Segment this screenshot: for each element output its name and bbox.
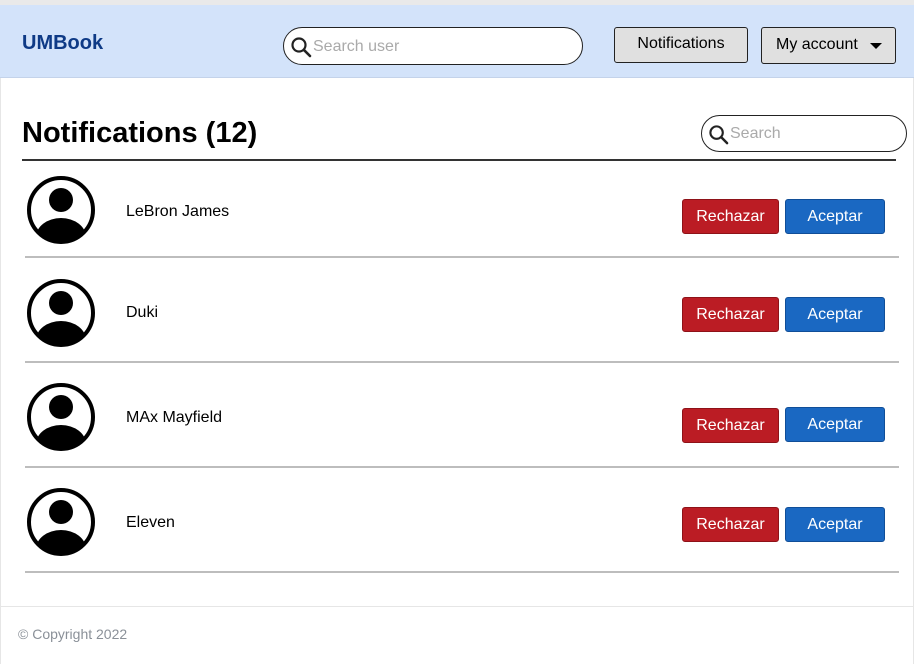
accept-button[interactable]: Aceptar bbox=[785, 507, 885, 542]
notification-user-name: MAx Mayfield bbox=[126, 409, 223, 426]
notification-row: Eleven Rechazar Aceptar bbox=[0, 476, 914, 581]
user-avatar-icon bbox=[27, 176, 95, 244]
reject-button[interactable]: Rechazar bbox=[682, 297, 779, 332]
footer-copyright: © Copyright 2022 bbox=[18, 626, 128, 642]
accept-button[interactable]: Aceptar bbox=[785, 199, 885, 234]
search-icon bbox=[291, 37, 312, 58]
notification-user-name: LeBron James bbox=[126, 203, 230, 220]
row-divider bbox=[25, 256, 899, 258]
notification-row: MAx Mayfield Rechazar Aceptar bbox=[0, 371, 914, 476]
notification-row: LeBron James Rechazar Aceptar bbox=[0, 161, 914, 266]
brand-logo[interactable]: UMBook bbox=[22, 32, 103, 55]
chevron-down-icon bbox=[870, 43, 882, 49]
search-user-input[interactable]: Search user bbox=[283, 27, 583, 65]
notifications-search-input[interactable]: Search bbox=[701, 115, 907, 152]
notifications-button[interactable]: Notifications bbox=[614, 27, 748, 63]
row-divider bbox=[25, 571, 899, 573]
reject-button[interactable]: Rechazar bbox=[682, 408, 779, 443]
search-icon bbox=[709, 125, 729, 145]
page-title: Notifications (12) bbox=[22, 117, 258, 149]
top-navbar: UMBook Search user Notifications My acco… bbox=[0, 5, 914, 78]
notifications-search-placeholder: Search bbox=[730, 125, 781, 142]
row-divider bbox=[25, 466, 899, 468]
search-user-placeholder: Search user bbox=[313, 38, 400, 55]
footer-divider bbox=[0, 606, 914, 607]
accept-button[interactable]: Aceptar bbox=[785, 407, 885, 442]
notification-row: Duki Rechazar Aceptar bbox=[0, 266, 914, 371]
my-account-dropdown[interactable]: My account bbox=[761, 27, 896, 64]
user-avatar-icon bbox=[27, 279, 95, 347]
reject-button[interactable]: Rechazar bbox=[682, 507, 779, 542]
user-avatar-icon bbox=[27, 383, 95, 451]
user-avatar-icon bbox=[27, 488, 95, 556]
accept-button[interactable]: Aceptar bbox=[785, 297, 885, 332]
reject-button[interactable]: Rechazar bbox=[682, 199, 779, 234]
my-account-label: My account bbox=[776, 36, 858, 53]
notification-user-name: Duki bbox=[126, 304, 159, 321]
notification-user-name: Eleven bbox=[126, 514, 175, 531]
row-divider bbox=[25, 361, 899, 363]
